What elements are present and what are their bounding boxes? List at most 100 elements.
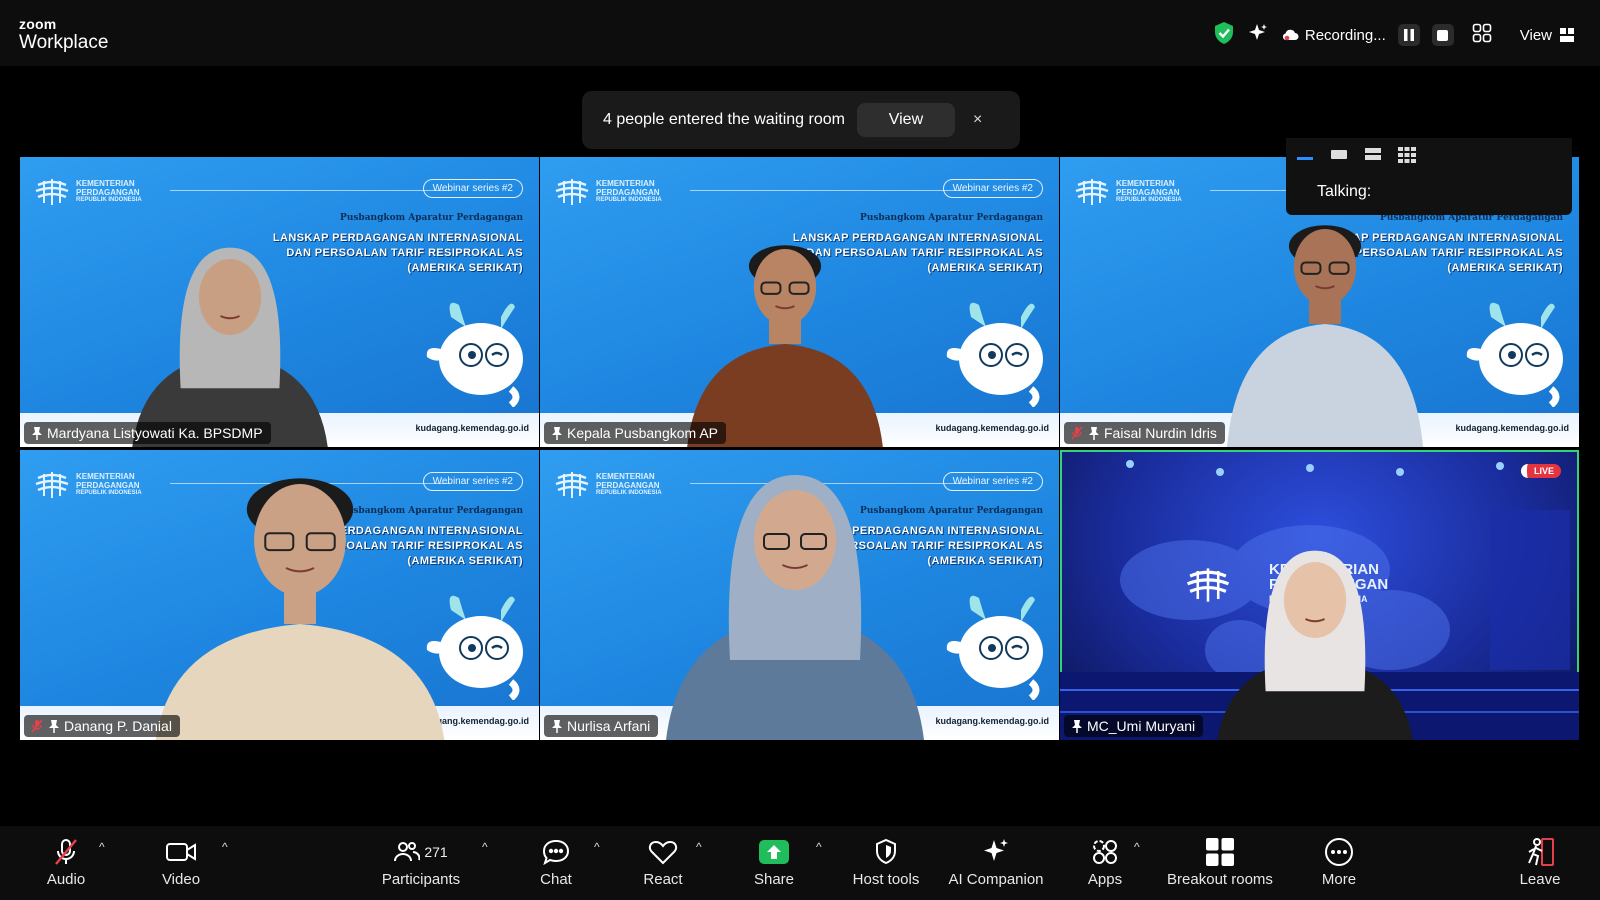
share-button[interactable]: Share [748, 826, 800, 900]
participant-video [1217, 550, 1413, 740]
participants-options-chevron-icon[interactable]: ^ [482, 840, 488, 854]
leave-button[interactable]: Leave [1514, 826, 1566, 900]
participant-nameplate: MC_Umi Muryani [1064, 715, 1204, 737]
participant-video [155, 478, 445, 740]
pause-recording-button[interactable] [1397, 24, 1420, 46]
share-options-chevron-icon[interactable]: ^ [816, 840, 822, 854]
top-right-controls: Recording... View [1213, 20, 1574, 50]
muted-mic-icon [1070, 426, 1083, 440]
participants-button[interactable]: 271 Participants [375, 826, 467, 900]
share-label: Share [753, 871, 795, 888]
waiting-room-message: 4 people entered the waiting room [603, 111, 845, 128]
participant-nameplate: Faisal Nurdin Idris [1064, 422, 1225, 444]
ai-companion-label: AI Companion [948, 871, 1044, 888]
leave-label: Leave [1519, 871, 1561, 888]
participant-name: MC_Umi Muryani [1087, 718, 1196, 734]
participants-icon [394, 842, 421, 862]
participant-count: 271 [424, 844, 448, 860]
meeting-toolbar: Audio ^ Video ^ 271 Participants ^ Chat … [0, 826, 1600, 900]
waiting-room-view-button[interactable]: View [856, 103, 955, 137]
chat-label: Chat [540, 871, 572, 888]
breakout-rooms-label: Breakout rooms [1167, 871, 1273, 888]
more-label: More [1321, 871, 1357, 888]
cloud-recording-icon [1282, 29, 1299, 41]
leave-door-icon [1524, 836, 1556, 868]
pin-icon [550, 719, 563, 733]
recording-status[interactable]: Recording... [1281, 27, 1386, 44]
chat-button[interactable]: Chat [530, 826, 582, 900]
pause-icon [1403, 29, 1414, 41]
participant-video-tile[interactable]: KEMENTERIAN PERDAGANGAN REPUBLIK INDONES… [20, 157, 539, 447]
pin-icon [1070, 719, 1083, 733]
chat-options-chevron-icon[interactable]: ^ [594, 840, 600, 854]
microphone-muted-icon [53, 836, 79, 868]
more-button[interactable]: More [1312, 826, 1366, 900]
ai-companion-sparkle-icon [981, 836, 1011, 868]
participant-video [666, 475, 924, 740]
react-button[interactable]: React [635, 826, 691, 900]
participant-video-tile[interactable]: KEMENTERIAN PERDAGANGAN REPUBLIK INDONES… [20, 450, 539, 740]
brand-name: Workplace [19, 32, 109, 53]
more-dots-icon [1324, 836, 1354, 868]
breakout-rooms-button[interactable]: Breakout rooms [1162, 826, 1278, 900]
recording-label: Recording... [1304, 26, 1386, 44]
participant-name: Mardyana Listyowati Ka. BPSDMP [47, 425, 263, 441]
view-label: View [1519, 26, 1552, 44]
participant-nameplate: Nurlisa Arfani [544, 715, 659, 737]
audio-options-chevron-icon[interactable]: ^ [99, 840, 105, 854]
participant-name: Faisal Nurdin Idris [1104, 425, 1217, 441]
stop-recording-button[interactable] [1431, 24, 1454, 46]
pin-icon [30, 426, 43, 440]
participant-video-tile[interactable]: KEMENTERIAN PERDAGANGAN REPUBLIK INDONES… [540, 157, 1059, 447]
ai-companion-button[interactable]: AI Companion [944, 826, 1048, 900]
video-options-chevron-icon[interactable]: ^ [222, 840, 228, 854]
chat-bubble-icon [541, 836, 571, 868]
ai-sparkle-icon[interactable] [1247, 22, 1269, 48]
apps-icon [1091, 836, 1119, 868]
side-by-side-icon[interactable] [1364, 147, 1382, 161]
participant-name: Nurlisa Arfani [567, 718, 651, 734]
participant-video [687, 245, 883, 447]
breakout-rooms-icon [1205, 836, 1235, 868]
stop-icon [1437, 29, 1449, 41]
participant-video [132, 247, 328, 447]
view-menu-button[interactable]: View [1520, 27, 1574, 44]
gallery-grid-icon[interactable] [1472, 23, 1492, 47]
participant-nameplate: Mardyana Listyowati Ka. BPSDMP [24, 422, 271, 444]
participants-label: Participants [381, 871, 461, 888]
pin-icon [550, 426, 563, 440]
audio-button[interactable]: Audio [38, 826, 94, 900]
heart-icon [648, 836, 678, 868]
participant-nameplate: Kepala Pusbangkom AP [544, 422, 726, 444]
speaker-view-icon[interactable] [1330, 147, 1348, 161]
talking-indicator: Talking: [1317, 183, 1372, 200]
participant-name: Kepala Pusbangkom AP [567, 425, 718, 441]
participant-name: Danang P. Danial [64, 718, 172, 734]
view-grid-icon [1560, 28, 1574, 42]
apps-button[interactable]: Apps [1080, 826, 1130, 900]
zoom-logo: zoom Workplace [19, 17, 108, 52]
speaker-strip-icon[interactable] [1296, 147, 1314, 161]
pin-icon [47, 719, 60, 733]
brand-small: zoom [19, 16, 57, 32]
encryption-shield-icon[interactable] [1213, 21, 1235, 49]
apps-label: Apps [1087, 871, 1123, 888]
participant-video-tile[interactable]: KEMENTERIAN PERDAGANGAN REPUBLIK INDONES… [540, 450, 1059, 740]
share-screen-icon [758, 836, 790, 868]
close-icon[interactable]: × [973, 111, 982, 129]
gallery-view-icon[interactable] [1398, 147, 1416, 163]
view-options-popup: Talking: [1286, 138, 1572, 215]
participants-icon-group: 271 [394, 836, 448, 868]
top-bar: zoom Workplace Recording... View [0, 0, 1600, 66]
video-camera-icon [165, 836, 197, 868]
video-button[interactable]: Video [155, 826, 207, 900]
participant-video-tile[interactable]: LIVE KEMENTERIAN PERDAGANGAN REPUBLIK IN… [1060, 450, 1579, 740]
react-label: React [643, 871, 683, 888]
pin-icon [1087, 426, 1100, 440]
host-tools-label: Host tools [852, 871, 920, 888]
host-tools-button[interactable]: Host tools [846, 826, 926, 900]
react-options-chevron-icon[interactable]: ^ [696, 840, 702, 854]
audio-label: Audio [46, 871, 86, 888]
apps-options-chevron-icon[interactable]: ^ [1134, 840, 1140, 854]
host-shield-icon [874, 836, 898, 868]
